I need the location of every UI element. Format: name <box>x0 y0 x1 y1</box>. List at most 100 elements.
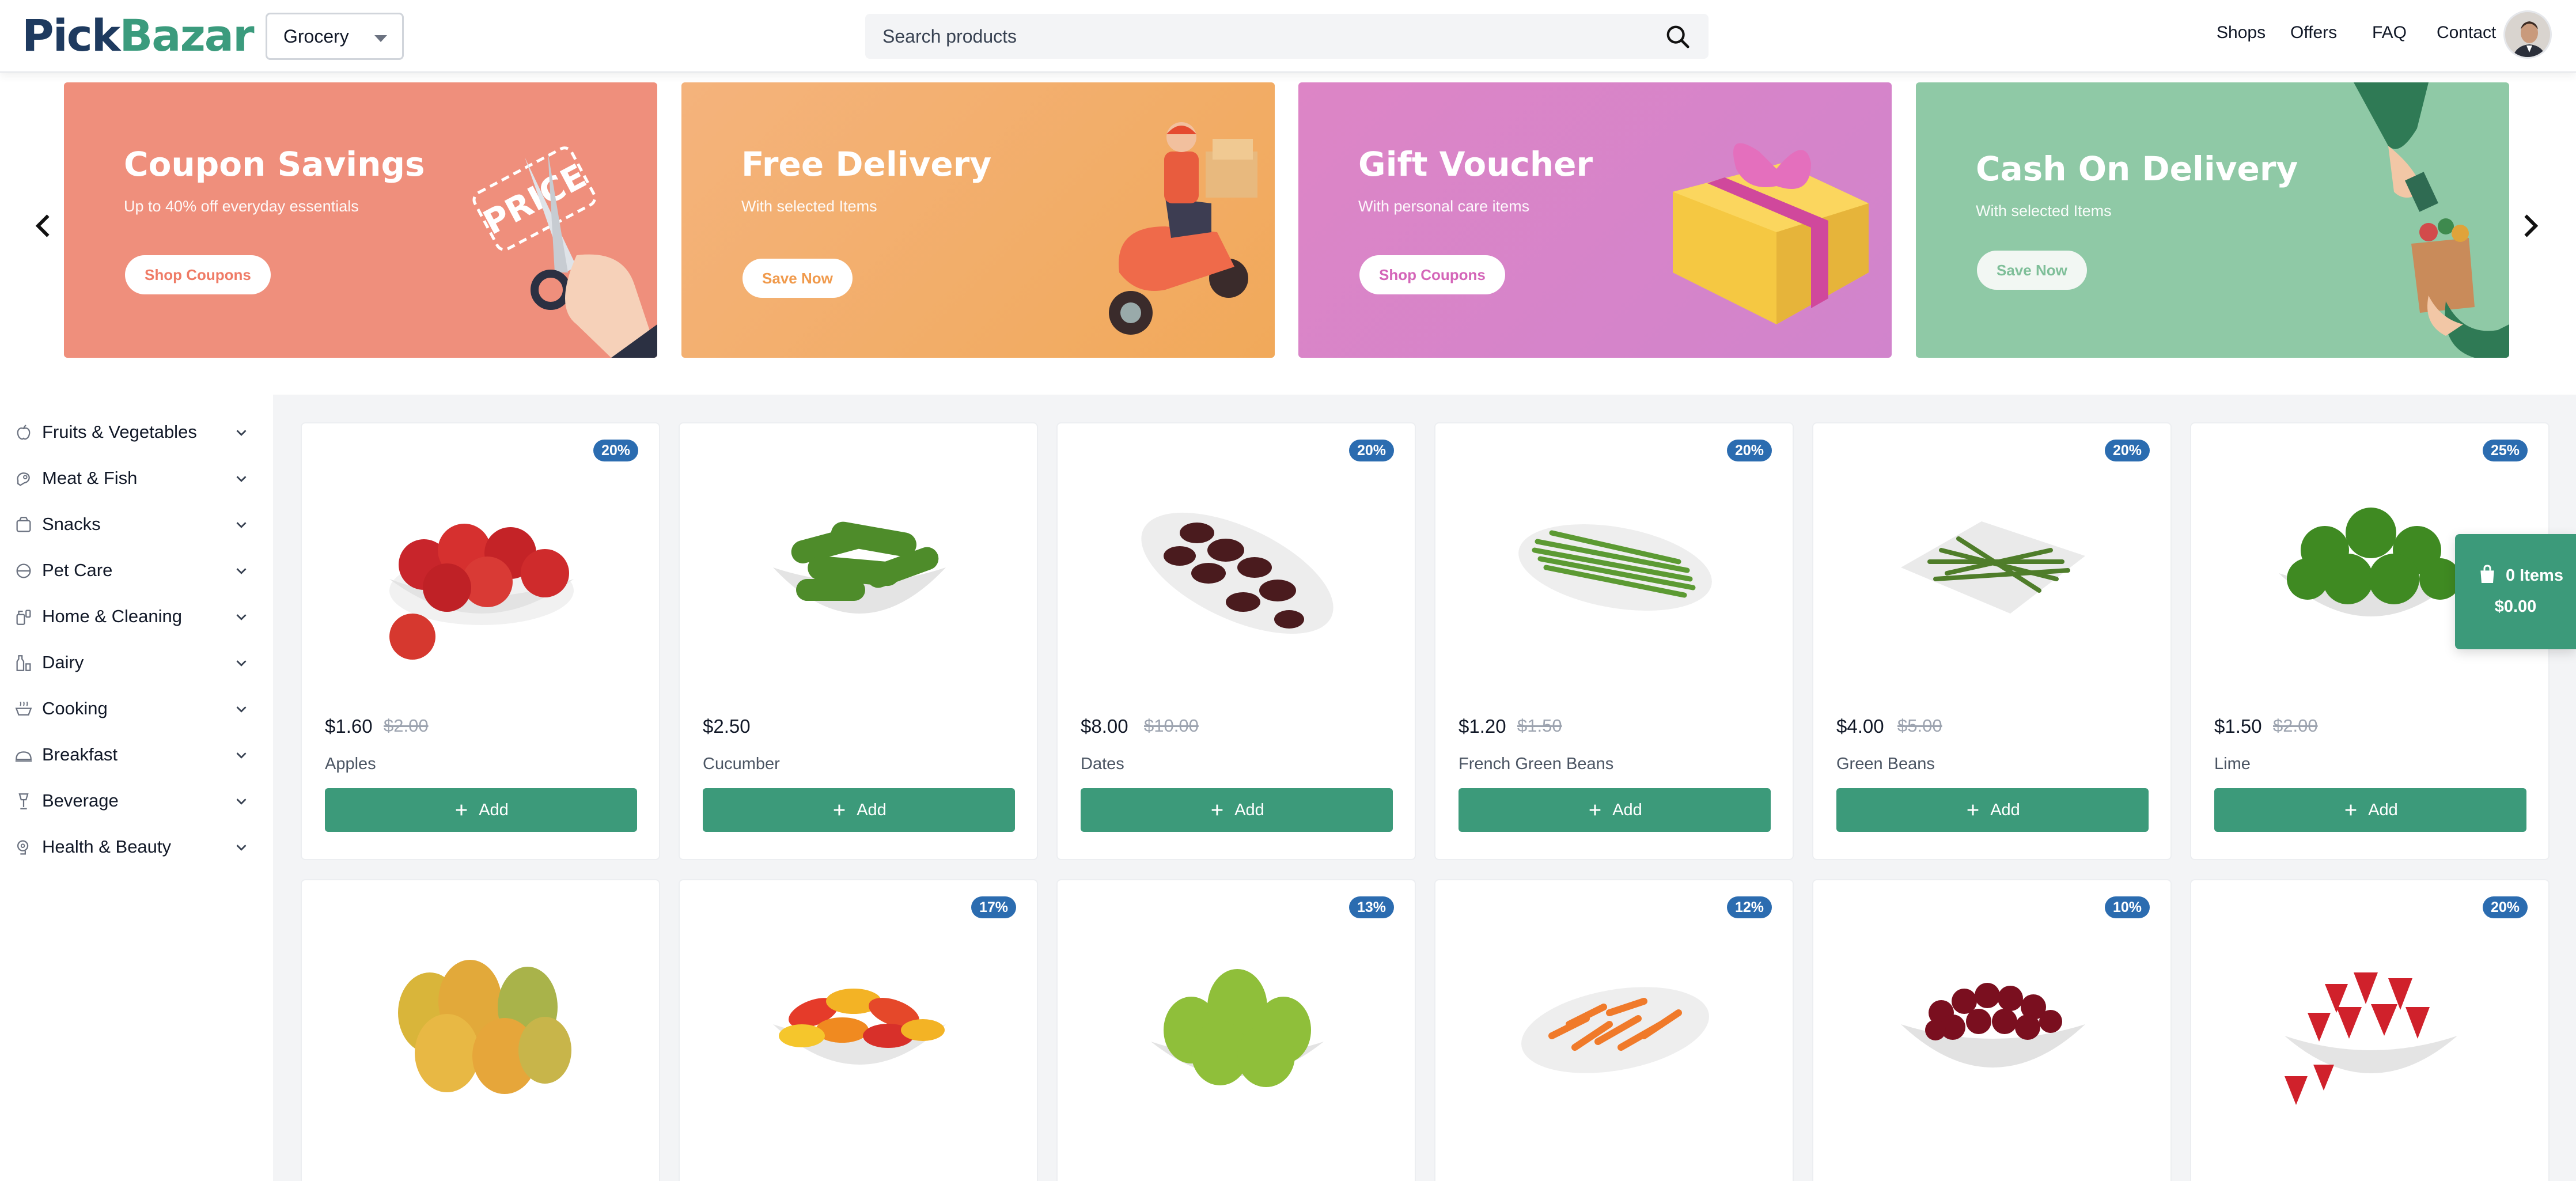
product-old-price: $2.00 <box>2273 716 2318 736</box>
product-price: $8.00 <box>1081 716 1128 737</box>
category-snacks[interactable]: Snacks <box>0 501 273 547</box>
save-now-button[interactable]: Save Now <box>743 259 853 298</box>
category-home-cleaning[interactable]: Home & Cleaning <box>0 593 273 639</box>
save-now-button[interactable]: Save Now <box>1977 251 2087 290</box>
discount-badge: 13% <box>1348 896 1394 918</box>
plus-icon <box>1967 804 1979 816</box>
price-tag-text: PRICE <box>477 156 593 243</box>
add-to-cart-button[interactable]: Add <box>325 788 637 832</box>
discount-badge: 25% <box>2482 440 2528 461</box>
shop-coupons-button[interactable]: Shop Coupons <box>1359 255 1505 294</box>
delivery-scooter-illustration <box>1109 122 1257 335</box>
category-beverage[interactable]: Beverage <box>0 778 273 824</box>
carousel-next-arrow-icon[interactable] <box>2513 209 2547 243</box>
plus-icon <box>1211 804 1223 816</box>
nav-contact[interactable]: Contact <box>2437 23 2496 43</box>
category-cooking[interactable]: Cooking <box>0 686 273 732</box>
search-input[interactable] <box>865 14 1649 59</box>
product-price: $1.60 <box>325 716 373 737</box>
product-name: Dates <box>1081 755 1124 773</box>
apples-image <box>389 524 574 660</box>
plus-icon <box>456 804 467 816</box>
add-to-cart-button[interactable]: Add <box>1459 788 1771 832</box>
product-card-apples[interactable]: 20% $1.60 $2.00 Apples Add <box>301 422 660 860</box>
plus-icon <box>2345 804 2357 816</box>
banner-cash-on-delivery[interactable]: Cash On Delivery With selected Items Sav… <box>1916 82 2509 358</box>
add-label: Add <box>1234 800 1264 819</box>
add-to-cart-button[interactable]: Add <box>1081 788 1393 832</box>
shop-coupons-button[interactable]: Shop Coupons <box>125 255 271 294</box>
banner-gift-voucher[interactable]: Gift Voucher With personal care items Sh… <box>1298 82 1892 358</box>
shop-type-select[interactable]: Grocery <box>266 13 404 60</box>
banner-free-delivery[interactable]: Free Delivery With selected Items Save N… <box>681 82 1275 358</box>
carousel-prev-arrow-icon[interactable] <box>26 209 61 243</box>
add-to-cart-button[interactable]: Add <box>703 788 1015 832</box>
chevron-down-icon <box>236 522 247 528</box>
product-card-pears[interactable]: 13% <box>1056 879 1416 1181</box>
chevron-down-icon <box>236 752 247 759</box>
strawberries-image <box>2285 972 2457 1105</box>
nav-faq[interactable]: FAQ <box>2372 23 2407 43</box>
category-label: Pet Care <box>42 560 113 580</box>
french-green-beans-image <box>1518 524 1712 611</box>
banner-subtitle: With selected Items <box>1976 202 2112 219</box>
category-label: Cooking <box>42 698 108 718</box>
nav-offers[interactable]: Offers <box>2290 23 2337 43</box>
category-meat-fish[interactable]: Meat & Fish <box>0 455 273 501</box>
discount-badge: 20% <box>2104 440 2150 461</box>
search-icon[interactable] <box>1665 24 1691 50</box>
category-label: Health & Beauty <box>42 836 172 857</box>
add-to-cart-button[interactable]: Add <box>2214 788 2526 832</box>
add-to-cart-button[interactable]: Add <box>1836 788 2149 832</box>
chevron-down-icon <box>236 706 247 713</box>
discount-badge: 20% <box>1726 440 1772 461</box>
product-name: Cucumber <box>703 755 780 773</box>
chevron-down-icon <box>236 660 247 667</box>
discount-badge: 20% <box>593 440 638 461</box>
discount-badge: 20% <box>2482 896 2528 918</box>
discount-badge: 17% <box>971 896 1016 918</box>
category-pet-care[interactable]: Pet Care <box>0 547 273 593</box>
top-header: PickBazar Grocery Shops Offers FAQ Conta… <box>0 0 2576 73</box>
nav-shops[interactable]: Shops <box>2217 23 2266 43</box>
user-avatar[interactable] <box>2503 10 2552 59</box>
product-card-strawberries[interactable]: 20% <box>2190 879 2550 1181</box>
category-fruits-vegetables[interactable]: Fruits & Vegetables <box>0 409 273 455</box>
logo[interactable]: PickBazar <box>22 10 255 61</box>
banner-title: Gift Voucher <box>1358 145 1593 184</box>
chevron-down-icon <box>236 845 247 851</box>
floating-cart-button[interactable]: 0 Items $0.00 <box>2455 534 2576 649</box>
promo-carousel: Coupon Savings Up to 40% off everyday es… <box>0 73 2576 395</box>
chevron-down-icon <box>236 430 247 436</box>
product-card-dates[interactable]: 20% $8.00 $10.00 Dates Add <box>1056 422 1416 860</box>
beauty-icon <box>17 840 29 855</box>
add-label: Add <box>1612 800 1642 819</box>
banner-coupon-savings[interactable]: Coupon Savings Up to 40% off everyday es… <box>64 82 657 358</box>
product-card-baby-carrots[interactable]: 12% <box>1434 879 1794 1181</box>
product-card-cherries[interactable]: 10% <box>1812 879 2172 1181</box>
category-label: Beverage <box>42 790 119 811</box>
category-health-beauty[interactable]: Health & Beauty <box>0 824 273 870</box>
plus-icon <box>834 804 845 816</box>
search-bar <box>865 14 1709 59</box>
logo-text-bazar: Bazar <box>119 10 254 61</box>
product-old-price: $1.50 <box>1517 716 1562 736</box>
chevron-down-icon <box>236 614 247 620</box>
product-old-price: $5.00 <box>1897 716 1942 736</box>
product-card-green-beans[interactable]: 20% $4.00 $5.00 Green Beans Add <box>1812 422 2172 860</box>
product-card-french-green-beans[interactable]: 20% $1.20 $1.50 French Green Beans Add <box>1434 422 1794 860</box>
mini-peppers-image <box>773 989 946 1065</box>
meat-icon <box>17 472 30 486</box>
category-label: Meat & Fish <box>42 468 138 488</box>
product-card-mango[interactable] <box>301 879 660 1181</box>
product-name: French Green Beans <box>1459 755 1614 773</box>
scissors-price-tag-illustration: PRICE <box>472 146 657 358</box>
product-card-cucumber[interactable]: $2.50 Cucumber Add <box>679 422 1038 860</box>
add-label: Add <box>479 800 509 819</box>
cart-total: $0.00 <box>2494 597 2537 616</box>
product-card-peppers[interactable]: 17% <box>679 879 1038 1181</box>
cart-item-count: 0 Items <box>2506 566 2563 585</box>
product-price: $1.20 <box>1459 716 1506 737</box>
category-breakfast[interactable]: Breakfast <box>0 732 273 778</box>
category-dairy[interactable]: Dairy <box>0 639 273 686</box>
